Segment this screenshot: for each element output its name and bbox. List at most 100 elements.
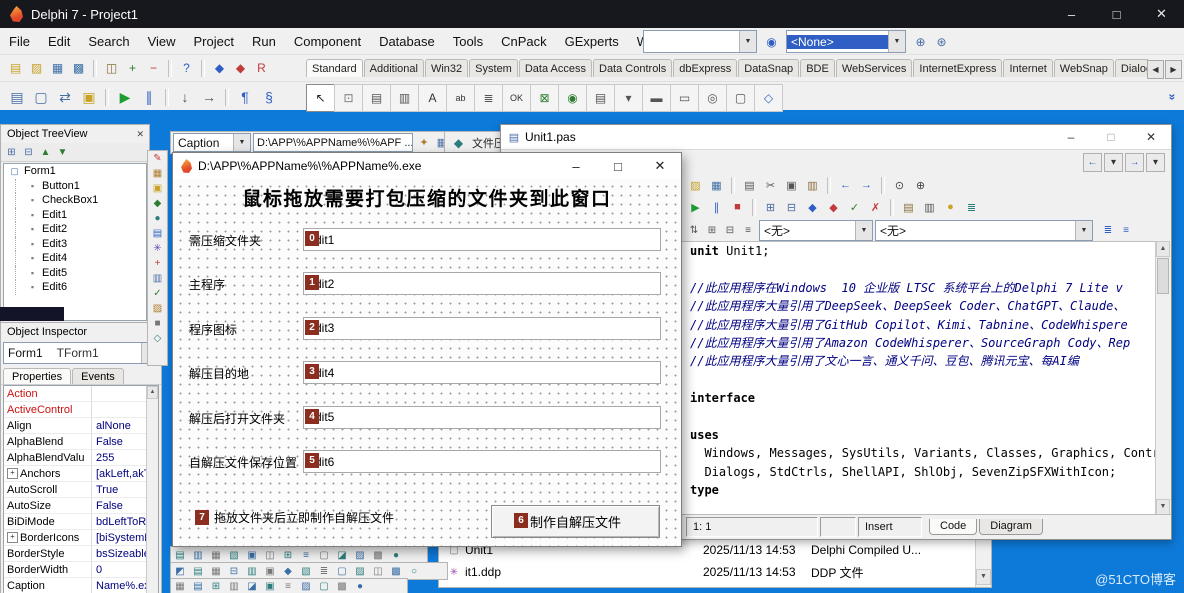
tree-node-root[interactable]: ▢Form1 [4, 164, 146, 179]
tree-node-edit2[interactable]: ▪Edit2 [4, 222, 146, 237]
palette-tab-datasnap[interactable]: DataSnap [738, 59, 799, 77]
expand-all-icon[interactable]: ⊞ [703, 221, 721, 239]
actionlist-icon[interactable]: ◇ [754, 84, 783, 112]
property-row[interactable]: BorderStylebsSizeable [4, 546, 158, 562]
property-row[interactable]: AutoScrollTrue [4, 482, 158, 498]
list-icon[interactable]: ≣ [961, 198, 982, 216]
palette-tab-internet[interactable]: Internet [1003, 59, 1052, 77]
edit-field-edit2[interactable]: 1Edit2 [303, 272, 661, 295]
dock-toolbar-icon[interactable]: ▢ [315, 548, 333, 562]
cnpack-strip-icon[interactable]: ▦ [150, 166, 165, 181]
scroll-down-icon[interactable]: ▼ [1156, 499, 1170, 515]
minimize-button[interactable]: – [1051, 126, 1091, 149]
menu-database[interactable]: Database [370, 34, 444, 49]
cnpack-strip-icon[interactable]: ■ [150, 316, 165, 331]
error-icon[interactable]: ✗ [865, 198, 886, 216]
listbox-icon[interactable]: ▤ [586, 84, 615, 112]
open-icon[interactable]: ▨ [26, 59, 47, 78]
property-row[interactable]: ActiveControl [4, 402, 158, 418]
save-icon[interactable]: ▦ [706, 176, 727, 194]
make-sfx-button[interactable]: 6 制作自解压文件 [491, 505, 660, 538]
menu-icon[interactable]: ≡ [739, 221, 757, 239]
minimize-button[interactable]: – [1049, 0, 1094, 28]
cnpack-strip-icon[interactable]: ▣ [150, 181, 165, 196]
inspector-scrollbar[interactable]: ▲ [146, 386, 158, 593]
format-icon[interactable]: ▤ [898, 198, 919, 216]
dock-toolbar-icon[interactable]: ▣ [261, 564, 279, 578]
add-watch-icon[interactable]: § [257, 85, 281, 109]
mainmenu-icon[interactable]: ▤ [362, 84, 391, 112]
palette-tab-webservices[interactable]: WebServices [836, 59, 913, 77]
edit-field-edit4[interactable]: 3Edit4 [303, 361, 661, 384]
chevron-down-icon[interactable]: ▼ [888, 31, 905, 52]
apply-desktop-icon[interactable]: ◉ [761, 32, 782, 51]
cut-icon[interactable]: ✂ [760, 176, 781, 194]
scroll-down-icon[interactable]: ▼ [976, 569, 991, 585]
property-row[interactable]: Action [4, 386, 158, 402]
memo-icon[interactable]: ≣ [474, 84, 503, 112]
maximize-button[interactable]: □ [597, 154, 639, 179]
dock-toolbar-icon[interactable]: ▦ [207, 564, 225, 578]
search-combobox[interactable]: ▼ [643, 30, 757, 53]
cnpack-strip-icon[interactable]: ◇ [150, 331, 165, 346]
tree-node-edit1[interactable]: ▪Edit1 [4, 208, 146, 223]
dock-toolbar-icon[interactable]: ⊞ [279, 548, 297, 562]
highlight-icon[interactable]: ● [940, 198, 961, 216]
palette-scroll-right-icon[interactable]: ▶ [1165, 60, 1182, 79]
sync-icon[interactable]: ⇅ [685, 221, 703, 239]
outline-icon[interactable]: ≡ [1117, 221, 1135, 239]
set-debug-desktop-icon[interactable]: ⊛ [931, 32, 952, 51]
dock-toolbar-icon[interactable]: ▦ [171, 580, 189, 593]
structure-icon[interactable]: ▥ [919, 198, 940, 216]
property-row[interactable]: BiDiModebdLeftToRight [4, 514, 158, 530]
expand-icon[interactable]: ⊞ [760, 198, 781, 216]
move-down-icon[interactable]: ▼ [54, 145, 71, 160]
dock-toolbar-icon[interactable]: ≣ [315, 564, 333, 578]
chevron-down-icon[interactable]: ▼ [855, 221, 872, 240]
remove-file-icon[interactable]: − [143, 59, 164, 78]
dock-toolbar-icon[interactable]: ▣ [243, 548, 261, 562]
cnpack-strip-icon[interactable]: + [150, 256, 165, 271]
auto-make-checkbox[interactable]: 7 拖放文件夹后立即制作自解压文件 [195, 509, 394, 526]
dock-toolbar-icon[interactable]: ▨ [297, 580, 315, 593]
property-row[interactable]: +BorderIcons[biSystemMen [4, 530, 158, 546]
new-form-icon[interactable]: ▣ [77, 85, 101, 109]
dock-toolbar-icon[interactable]: ◪ [333, 548, 351, 562]
dock-toolbar-icon[interactable]: ▩ [333, 580, 351, 593]
dock-toolbar-icon[interactable]: ● [387, 548, 405, 562]
package-icon[interactable]: ◆ [448, 133, 469, 152]
help-icon[interactable]: ? [176, 59, 197, 78]
palette-tab-data-access[interactable]: Data Access [519, 59, 592, 77]
add-file-icon[interactable]: + [122, 59, 143, 78]
menu-gexperts[interactable]: GExperts [556, 34, 628, 49]
dock-toolbar-icon[interactable]: ◫ [261, 548, 279, 562]
cnpack-icon[interactable]: ◆ [230, 59, 251, 78]
menu-search[interactable]: Search [79, 34, 138, 49]
dock-toolbar-icon[interactable]: ⊞ [207, 580, 225, 593]
palette-tab-system[interactable]: System [469, 59, 518, 77]
forward-icon[interactable]: → [1125, 153, 1144, 172]
dock-toolbar-icon[interactable]: ▢ [315, 580, 333, 593]
paste-icon[interactable]: ▥ [802, 176, 823, 194]
property-name-combobox[interactable]: Caption ▼ [173, 133, 251, 152]
close-button[interactable]: ✕ [1139, 0, 1184, 28]
dock-toolbar-icon[interactable]: ▥ [243, 564, 261, 578]
palette-tab-dbexpress[interactable]: dbExpress [673, 59, 737, 77]
maximize-button[interactable]: □ [1094, 0, 1139, 28]
palette-scroll-left-icon[interactable]: ◀ [1147, 60, 1164, 79]
cnpack-strip-icon[interactable]: ✎ [150, 151, 165, 166]
evaluate-icon[interactable]: ¶ [233, 85, 257, 109]
property-row[interactable]: AlphaBlendValu255 [4, 450, 158, 466]
back-dropdown-icon[interactable]: ▾ [1104, 153, 1123, 172]
dock-toolbar-icon[interactable]: ▧ [297, 564, 315, 578]
run-icon[interactable]: ▶ [113, 85, 137, 109]
dock-toolbar-icon[interactable]: ≡ [297, 548, 315, 562]
flash-icon[interactable]: ✦ [415, 134, 433, 151]
menu-file[interactable]: File [0, 34, 39, 49]
dock-toolbar-icon[interactable]: ▤ [189, 580, 207, 593]
form-design-surface[interactable]: 鼠标拖放需要打包压缩的文件夹到此窗口 需压缩文件夹0Edit1主程序1Edit2… [173, 179, 681, 546]
property-row[interactable]: AlphaBlendFalse [4, 434, 158, 450]
radiogroup-icon[interactable]: ◎ [698, 84, 727, 112]
chevron-down-icon[interactable]: ▼ [233, 134, 250, 151]
cnpack-strip-icon[interactable]: ✓ [150, 286, 165, 301]
